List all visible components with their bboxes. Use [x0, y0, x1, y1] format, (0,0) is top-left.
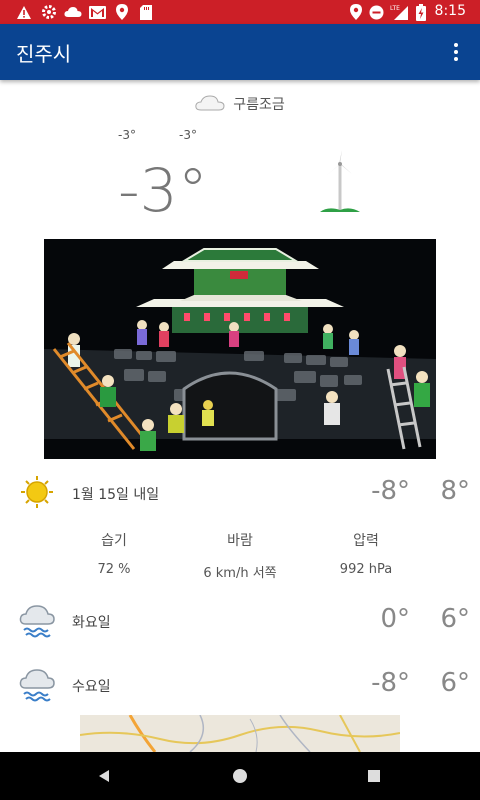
- forecast-day-label: 수요일: [72, 679, 111, 695]
- rain-cloud-icon: [19, 605, 55, 638]
- forecast-max-temp: 6°: [440, 604, 470, 634]
- status-bar: LTE 8:15: [0, 0, 480, 24]
- humidity-detail: 습기 72 %: [54, 530, 174, 577]
- forecast-max-temp: 8°: [440, 476, 470, 506]
- wind-label: 바람: [227, 533, 253, 549]
- svg-text:LTE: LTE: [390, 5, 400, 12]
- warning-icon: [16, 4, 32, 20]
- humidity-value: 72 %: [97, 562, 131, 577]
- wind-detail: 바람 6 km/h 서쪽: [180, 530, 300, 581]
- pressure-detail: 압력 992 hPa: [306, 530, 426, 577]
- pressure-value: 992 hPa: [339, 562, 393, 577]
- forecast-row-tomorrow[interactable]: 1월 15일 내일 -8° 8°: [0, 464, 480, 520]
- battery-charging-icon: [416, 3, 426, 21]
- rain-cloud-icon: [19, 669, 55, 702]
- back-icon[interactable]: [94, 766, 114, 786]
- recents-icon[interactable]: [364, 766, 384, 786]
- navigation-bar: [0, 752, 480, 800]
- current-temp: -3°: [118, 156, 208, 226]
- page-title: 진주시: [16, 42, 72, 66]
- location-icon: [350, 4, 362, 20]
- cloud-icon: [64, 4, 82, 20]
- current-condition: 구름조금: [0, 94, 480, 115]
- settings-icon: [41, 4, 57, 20]
- wind-value: 6 km/h 서쪽: [203, 566, 277, 581]
- lte-signal-icon: LTE: [390, 4, 408, 20]
- location-photo: [44, 239, 436, 459]
- humidity-label: 습기: [101, 533, 127, 549]
- wind-turbine-icon: [320, 150, 360, 212]
- location-map[interactable]: [80, 715, 400, 752]
- sun-icon: [21, 476, 53, 508]
- sd-card-icon: [140, 4, 152, 20]
- cloud-icon: [195, 95, 225, 115]
- gmail-icon: [89, 4, 106, 20]
- home-icon[interactable]: [230, 766, 250, 786]
- forecast-day-label: 화요일: [72, 615, 111, 631]
- pressure-label: 압력: [353, 533, 379, 549]
- high-temp: -3°: [179, 128, 197, 142]
- forecast-row-wednesday[interactable]: 수요일 -8° 6°: [0, 656, 480, 712]
- status-time: 8:15: [434, 3, 466, 19]
- forecast-day-label: 1월 15일 내일: [72, 487, 160, 503]
- forecast-row-tuesday[interactable]: 화요일 0° 6°: [0, 592, 480, 648]
- condition-text: 구름조금: [233, 97, 285, 113]
- weather-content[interactable]: 구름조금 -3° -3° -3° 1월 15일 내일 -8° 8° 습기 72 …: [0, 80, 480, 752]
- low-temp: -3°: [118, 128, 136, 142]
- forecast-min-temp: -8°: [371, 476, 410, 506]
- forecast-min-temp: -8°: [371, 668, 410, 698]
- more-vert-icon[interactable]: [442, 38, 470, 66]
- forecast-max-temp: 6°: [440, 668, 470, 698]
- forecast-min-temp: 0°: [380, 604, 410, 634]
- do-not-disturb-icon: [369, 4, 384, 20]
- location-icon: [116, 4, 128, 20]
- app-bar: 진주시: [0, 24, 480, 80]
